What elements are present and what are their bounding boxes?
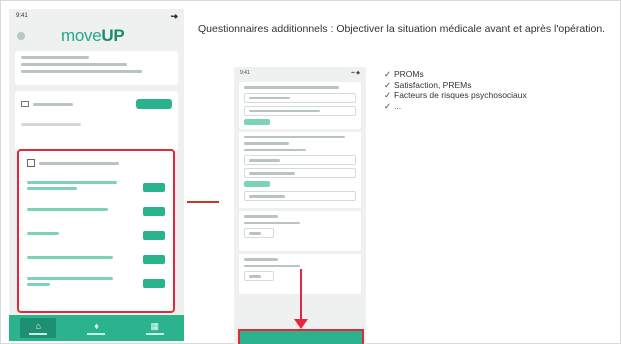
messages-title — [21, 101, 73, 107]
answer-option[interactable] — [244, 191, 356, 201]
question-card — [239, 211, 361, 251]
bullet-item: ✓ Facteurs de risques psychosociaux — [384, 90, 527, 101]
status-icons: ▪▪ ◆ — [351, 70, 360, 76]
text-line — [29, 332, 48, 335]
text-line — [33, 102, 73, 106]
menu-icon[interactable] — [17, 32, 25, 40]
status-bar: 9:41 ▪▪ ◆ — [9, 9, 184, 23]
bullet-item: ✓... — [384, 101, 527, 112]
questionnaire-open-button[interactable] — [143, 206, 165, 216]
check-icon: ✓ — [384, 69, 392, 79]
text-line — [27, 277, 113, 280]
add-answer-button[interactable] — [244, 118, 270, 125]
text-line — [249, 109, 321, 112]
check-icon: ✓ — [384, 79, 392, 90]
bullet-text: PROMs — [394, 69, 424, 79]
text-line — [27, 283, 50, 286]
questionnaire-open-button[interactable] — [143, 254, 165, 264]
add-answer-button[interactable] — [244, 181, 270, 187]
text-line — [249, 96, 290, 99]
bullet-text: Facteurs de risques psychosociaux — [394, 90, 527, 100]
clipboard-icon — [27, 159, 35, 167]
questionnaire-row[interactable] — [27, 176, 165, 198]
bullet-item: ✓ PROMs — [384, 69, 527, 80]
patient-info-card — [15, 51, 178, 85]
down-arrow-shaft — [300, 269, 302, 323]
app-logo: moveUP — [61, 26, 125, 46]
submit-button-highlighted[interactable] — [238, 329, 364, 344]
answer-option[interactable] — [244, 155, 356, 165]
text-line — [244, 142, 289, 145]
text-line — [87, 332, 106, 335]
questionnaires-card-highlighted — [17, 149, 175, 313]
text-line — [21, 56, 89, 59]
status-time: 9:41 — [16, 13, 28, 19]
calendar-icon: ▦ — [150, 320, 160, 331]
text-line — [249, 159, 280, 162]
text-line — [244, 264, 300, 267]
text-line — [249, 172, 295, 175]
text-line — [27, 208, 108, 211]
bullet-text: Satisfaction, PREMs — [394, 79, 472, 90]
text-line — [39, 161, 119, 165]
status-icons: ▪▪ ◆ — [170, 13, 177, 20]
questionnaire-row[interactable] — [27, 224, 165, 246]
bottom-tab-bar: ⌂ ♦ ▦ — [9, 315, 184, 341]
questionnaire-open-button[interactable] — [143, 182, 165, 192]
text-line — [249, 232, 261, 235]
questionnaire-row[interactable] — [27, 200, 165, 222]
answer-option[interactable] — [244, 92, 356, 103]
down-arrow-icon — [294, 319, 308, 329]
text-line — [249, 195, 285, 198]
numeric-input[interactable] — [244, 271, 274, 281]
slide-heading: Questionnaires additionnels : Objectiver… — [198, 23, 606, 35]
text-line — [21, 70, 142, 73]
text-line — [27, 256, 113, 259]
text-line — [244, 215, 278, 218]
numeric-input[interactable] — [244, 228, 274, 238]
text-line — [244, 258, 278, 261]
questionnaire-open-button[interactable] — [143, 230, 165, 240]
text-line — [27, 232, 59, 235]
bullet-item: ✓ Satisfaction, PREMs — [384, 80, 527, 91]
messages-card — [15, 91, 178, 151]
messages-button[interactable] — [136, 99, 172, 109]
tab-home[interactable]: ⌂ — [20, 318, 57, 338]
tab-exercises[interactable]: ♦ — [78, 318, 114, 338]
questionnaires-title — [27, 159, 165, 167]
question-card — [239, 131, 361, 208]
questionnaire-row[interactable] — [27, 272, 165, 294]
answer-option[interactable] — [244, 105, 356, 116]
text-line — [249, 275, 261, 278]
logo-text-light: move — [61, 26, 102, 45]
connector-line — [187, 201, 219, 203]
text-line — [145, 332, 164, 335]
text-line — [21, 123, 82, 126]
text-line — [27, 187, 77, 190]
message-icon — [21, 101, 29, 107]
question-card — [239, 82, 361, 129]
text-line — [244, 86, 340, 89]
logo-text-bold: UP — [101, 26, 125, 45]
exercise-icon: ♦ — [94, 320, 99, 331]
answer-option[interactable] — [244, 168, 356, 178]
bullet-text: ... — [394, 100, 402, 111]
status-time: 9:41 — [240, 70, 250, 76]
slide: Questionnaires additionnels : Objectiver… — [0, 0, 621, 344]
text-line — [27, 181, 117, 184]
questionnaire-open-button[interactable] — [143, 278, 165, 288]
text-line — [244, 221, 300, 224]
check-icon: ✓ — [384, 90, 392, 100]
text-line — [244, 135, 345, 138]
text-line — [21, 63, 127, 66]
home-icon: ⌂ — [35, 320, 41, 331]
questionnaire-row[interactable] — [27, 248, 165, 270]
tab-calendar[interactable]: ▦ — [137, 318, 173, 338]
status-bar: 9:41 ▪▪ ◆ — [234, 67, 366, 79]
app-header: moveUP — [9, 23, 184, 49]
check-icon: ✓ — [384, 100, 392, 111]
app-home-screenshot: 9:41 ▪▪ ◆ moveUP ⌂ ♦ ▦ — [9, 9, 184, 341]
bullet-list: ✓ PROMs ✓ Satisfaction, PREMs ✓ Facteurs de… — [384, 69, 527, 111]
text-line — [244, 148, 306, 151]
